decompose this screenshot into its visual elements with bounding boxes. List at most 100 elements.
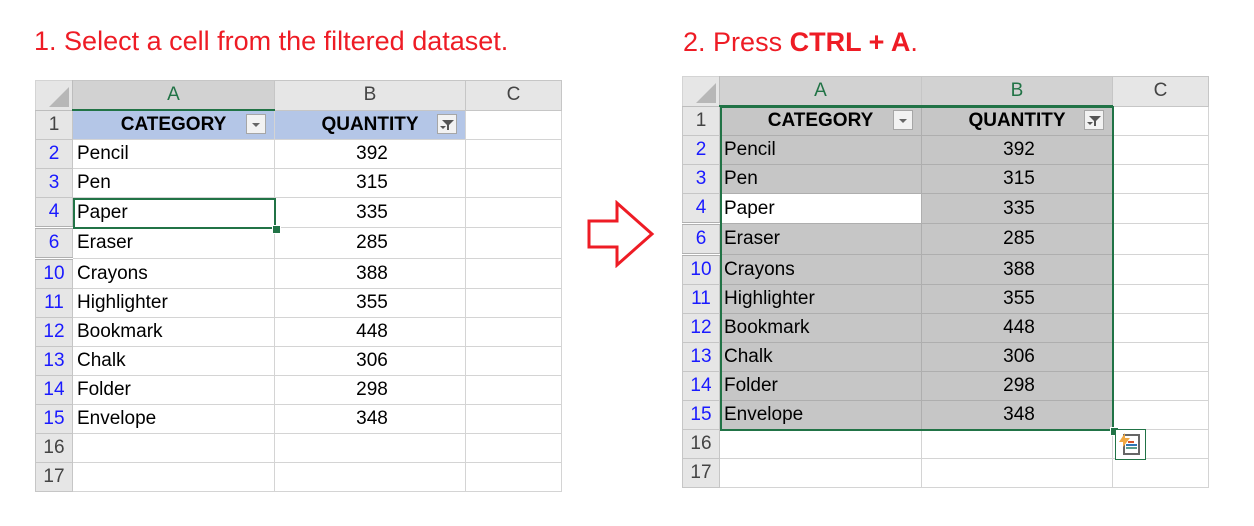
row-header[interactable]: 14: [35, 375, 73, 405]
cell-c[interactable]: [465, 462, 562, 492]
cell-b[interactable]: [274, 462, 466, 492]
filter-dropdown-button-category[interactable]: [246, 114, 266, 134]
cell-b[interactable]: [921, 429, 1113, 459]
filter-dropdown-button-category[interactable]: [893, 110, 913, 130]
column-header-c[interactable]: C: [465, 80, 562, 111]
cell-category[interactable]: Eraser: [72, 227, 275, 259]
fill-handle[interactable]: [272, 225, 281, 234]
cell-quantity[interactable]: 448: [921, 313, 1113, 343]
cell-c[interactable]: [465, 433, 562, 463]
cell-a[interactable]: [719, 458, 922, 488]
cell-category[interactable]: Paper: [719, 193, 922, 224]
cell-category[interactable]: Bookmark: [72, 317, 275, 347]
row-header[interactable]: 4: [35, 197, 73, 228]
row-header[interactable]: 3: [682, 164, 720, 194]
cell-category[interactable]: Chalk: [72, 346, 275, 376]
cell-quantity[interactable]: 388: [274, 258, 466, 289]
cell-c[interactable]: [1112, 400, 1209, 430]
filter-dropdown-button-quantity[interactable]: [1084, 110, 1104, 130]
cell-category[interactable]: Paper: [72, 197, 275, 228]
cell-a[interactable]: [72, 433, 275, 463]
cell-a[interactable]: [719, 429, 922, 459]
cell-category[interactable]: Folder: [719, 371, 922, 401]
cell-quantity[interactable]: 306: [274, 346, 466, 376]
cell-quantity[interactable]: 392: [921, 135, 1113, 165]
cell-quantity[interactable]: 285: [274, 227, 466, 259]
cell-quantity[interactable]: 335: [274, 197, 466, 228]
row-header[interactable]: 11: [35, 288, 73, 318]
header-cell-quantity[interactable]: QUANTITY: [921, 105, 1113, 136]
quick-analysis-icon[interactable]: [1115, 429, 1146, 460]
cell-quantity[interactable]: 315: [274, 168, 466, 198]
cell-quantity[interactable]: 335: [921, 193, 1113, 224]
cell-category[interactable]: Bookmark: [719, 313, 922, 343]
row-header[interactable]: 3: [35, 168, 73, 198]
row-header[interactable]: 1: [682, 105, 720, 136]
row-header[interactable]: 15: [35, 404, 73, 434]
cell-category[interactable]: Envelope: [719, 400, 922, 430]
cell-c[interactable]: [1112, 135, 1209, 165]
cell-c[interactable]: [1112, 458, 1209, 488]
cell-quantity[interactable]: 285: [921, 223, 1113, 255]
column-header-b[interactable]: B: [274, 80, 466, 111]
row-header[interactable]: 13: [35, 346, 73, 376]
cell-c[interactable]: [1112, 371, 1209, 401]
cell-c[interactable]: [465, 197, 562, 228]
cell-quantity[interactable]: 392: [274, 139, 466, 169]
row-header[interactable]: 2: [35, 139, 73, 169]
cell-quantity[interactable]: 355: [274, 288, 466, 318]
header-cell-quantity[interactable]: QUANTITY: [274, 109, 466, 140]
header-cell-category[interactable]: CATEGORY: [72, 109, 275, 140]
row-header[interactable]: 1: [35, 109, 73, 140]
cell-quantity[interactable]: 298: [921, 371, 1113, 401]
column-header-a[interactable]: A: [72, 80, 275, 111]
select-all-button[interactable]: [35, 80, 73, 111]
cell-b[interactable]: [274, 433, 466, 463]
cell-quantity[interactable]: 448: [274, 317, 466, 347]
cell-quantity[interactable]: 298: [274, 375, 466, 405]
row-header[interactable]: 15: [682, 400, 720, 430]
row-header[interactable]: 12: [682, 313, 720, 343]
row-header[interactable]: 6: [682, 222, 720, 255]
cell-c[interactable]: [465, 346, 562, 376]
cell-c[interactable]: [465, 375, 562, 405]
cell-c[interactable]: [1112, 342, 1209, 372]
cell-quantity[interactable]: 355: [921, 284, 1113, 314]
header-cell-category[interactable]: CATEGORY: [719, 105, 922, 136]
cell-quantity[interactable]: 348: [921, 400, 1113, 430]
row-header[interactable]: 14: [682, 371, 720, 401]
cell-category[interactable]: Folder: [72, 375, 275, 405]
cell-c[interactable]: [465, 109, 562, 140]
row-header[interactable]: 13: [682, 342, 720, 372]
row-header[interactable]: 10: [682, 253, 720, 285]
filter-dropdown-button-quantity[interactable]: [437, 113, 457, 134]
cell-c[interactable]: [1112, 223, 1209, 255]
row-header[interactable]: 6: [35, 226, 73, 259]
cell-c[interactable]: [1112, 313, 1209, 343]
row-header[interactable]: 17: [35, 462, 73, 492]
cell-category[interactable]: Highlighter: [719, 284, 922, 314]
cell-category[interactable]: Highlighter: [72, 288, 275, 318]
row-header[interactable]: 16: [35, 433, 73, 463]
column-header-a[interactable]: A: [719, 76, 922, 107]
cell-a[interactable]: [72, 462, 275, 492]
row-header[interactable]: 4: [682, 193, 720, 224]
cell-category[interactable]: Chalk: [719, 342, 922, 372]
cell-c[interactable]: [1112, 193, 1209, 224]
cell-c[interactable]: [1112, 254, 1209, 285]
cell-c[interactable]: [465, 404, 562, 434]
cell-c[interactable]: [1112, 164, 1209, 194]
cell-b[interactable]: [921, 458, 1113, 488]
cell-c[interactable]: [465, 288, 562, 318]
cell-quantity[interactable]: 348: [274, 404, 466, 434]
row-header[interactable]: 17: [682, 458, 720, 488]
cell-category[interactable]: Pencil: [72, 139, 275, 169]
cell-quantity[interactable]: 315: [921, 164, 1113, 194]
row-header[interactable]: 12: [35, 317, 73, 347]
column-header-c[interactable]: C: [1112, 76, 1209, 107]
cell-quantity[interactable]: 306: [921, 342, 1113, 372]
row-header[interactable]: 11: [682, 284, 720, 314]
select-all-button[interactable]: [682, 76, 720, 107]
row-header[interactable]: 2: [682, 135, 720, 165]
cell-category[interactable]: Pen: [72, 168, 275, 198]
